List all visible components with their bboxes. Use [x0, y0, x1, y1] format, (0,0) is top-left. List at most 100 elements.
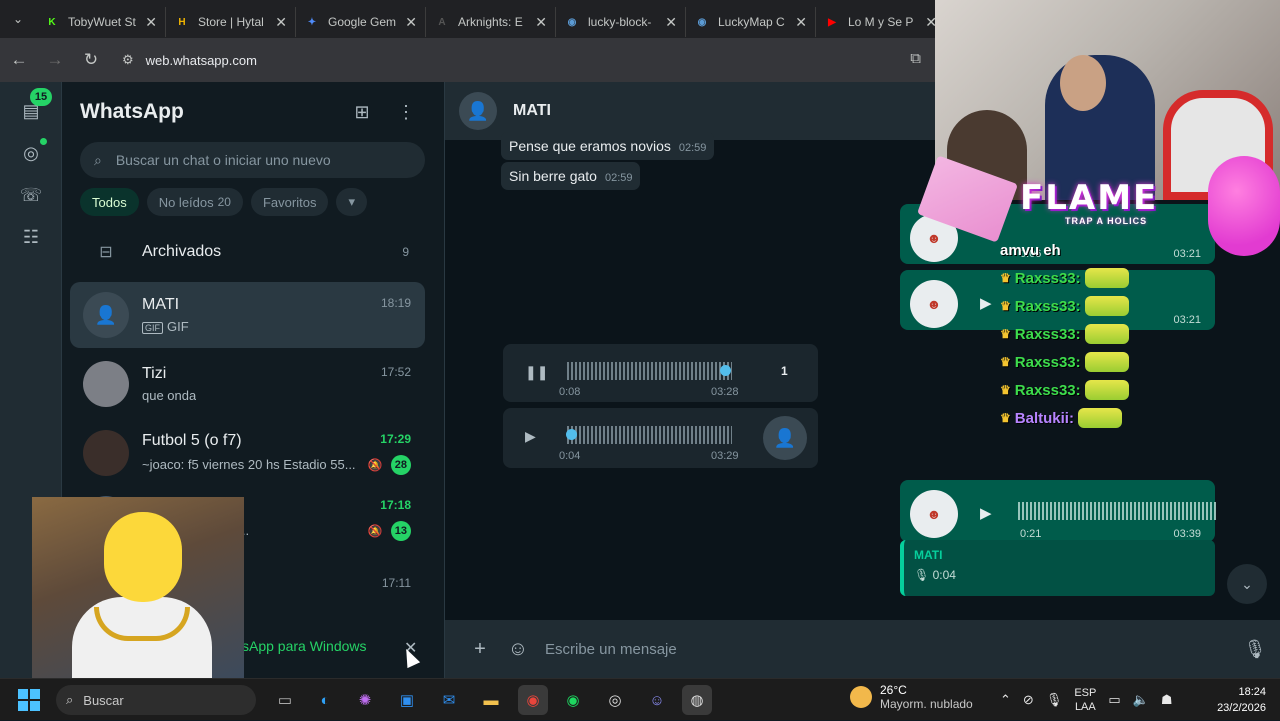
taskbar-clock[interactable]: 18:24 23/2/2026 [1217, 684, 1266, 716]
filter-count: 20 [217, 195, 231, 209]
bear-sticker [1208, 156, 1280, 256]
edge-icon[interactable]: ◐ [310, 685, 340, 715]
chat-list-item[interactable]: Futbol 5 (o f7) 17:29 ~joaco: f5 viernes 2… [70, 420, 425, 486]
mic-icon[interactable]: 🎙 [1046, 692, 1063, 708]
play-icon[interactable]: ▶ [980, 504, 992, 522]
tab-favicon-icon: ◉ [567, 16, 577, 28]
browser-tab[interactable]: ✦ Google Gem ✕ [296, 7, 426, 37]
message-input[interactable]: Escribe un mensaje [545, 641, 1230, 658]
audio-waveform[interactable] [567, 362, 732, 380]
forward-icon[interactable]: → [38, 43, 72, 77]
clock-time: 18:24 [1238, 686, 1266, 698]
channels-icon[interactable]: ☏ [14, 178, 48, 212]
steam-icon[interactable]: ◍ [682, 685, 712, 715]
close-icon[interactable]: ✕ [275, 14, 287, 31]
browser-tab[interactable]: ◉ lucky-block- ✕ [556, 7, 686, 37]
notification-icon[interactable]: ☗ [1161, 692, 1173, 708]
file-explorer-icon[interactable]: ▬ [476, 685, 506, 715]
close-icon[interactable]: ✕ [145, 14, 157, 31]
browser-tab[interactable]: ▶ Lo M y Se P ✕ [816, 7, 946, 37]
pause-icon[interactable]: ❚❚ [525, 364, 548, 381]
chat-list-item[interactable]: Tizi 17:52 que onda [70, 351, 425, 417]
site-info-icon[interactable]: ⚙ [122, 52, 134, 68]
browser-tab[interactable]: H Store | Hytal ✕ [166, 7, 296, 37]
search-icon: ⌕ [66, 692, 74, 707]
taskbar-search[interactable]: ⌕ Buscar [56, 685, 256, 715]
audio-progress-knob[interactable] [719, 365, 731, 376]
contact-avatar[interactable]: 👤 [459, 92, 497, 130]
address-bar[interactable]: ⚙ web.whatsapp.com [110, 44, 890, 76]
store-icon[interactable]: ▣ [392, 685, 422, 715]
install-app-icon[interactable]: ⧉ [910, 50, 921, 67]
discord-icon[interactable]: ☺ [642, 685, 672, 715]
stream-chat-user: Raxss33: [1014, 325, 1081, 343]
chevron-up-icon[interactable]: ⌃ [1000, 692, 1011, 708]
outlook-icon[interactable]: ✉ [434, 685, 464, 715]
filter-chip[interactable]: Todos [80, 188, 139, 216]
monitor-icon[interactable]: ▭ [1108, 692, 1120, 708]
chrome-icon[interactable]: ◉ [518, 685, 548, 715]
audio-waveform[interactable] [567, 426, 732, 444]
filter-chip[interactable]: No leídos 20 [146, 188, 243, 216]
chat-avatar[interactable] [83, 361, 129, 407]
play-icon[interactable]: ▶ [525, 428, 536, 445]
communities-icon[interactable]: ☷ [14, 220, 48, 254]
tab-search-icon[interactable]: ⌄ [0, 0, 36, 38]
app-icon[interactable]: ◎ [600, 685, 630, 715]
emoji-icon[interactable]: ☺ [499, 638, 537, 661]
scroll-down-button[interactable]: ⌄ [1227, 564, 1267, 604]
filter-more-button[interactable]: ▾ [336, 188, 367, 216]
close-icon[interactable]: ✕ [795, 14, 807, 31]
chat-last-message-text: GIF [167, 319, 189, 334]
spotify-icon[interactable]: ◉ [558, 685, 588, 715]
weather-widget[interactable]: 26°C Mayorm. nublado [850, 683, 973, 711]
volume-icon[interactable]: 🔈 [1133, 692, 1149, 708]
chat-main: MATI 18:19 GIF GIF [142, 296, 425, 334]
banner-title: FLAME [1020, 178, 1159, 218]
copilot-icon[interactable]: ✺ [350, 685, 380, 715]
windows-start-icon[interactable] [18, 689, 40, 711]
chat-list-item[interactable]: 👤 MATI 18:19 GIF GIF [70, 282, 425, 348]
stream-chat-line: ♛ Raxss33: [1000, 376, 1220, 404]
close-icon[interactable]: ✕ [535, 14, 547, 31]
browser-tab[interactable]: K TobyWuet St ✕ [36, 7, 166, 37]
sender-avatar[interactable]: ☻ [910, 280, 958, 328]
browser-tab[interactable]: ◉ LuckyMap C ✕ [686, 7, 816, 37]
search-input[interactable]: ⌕ Buscar un chat o iniciar uno nuevo [80, 142, 425, 178]
message-bubble[interactable]: Pense que eramos novios 02:59 [501, 132, 715, 160]
back-icon[interactable]: ← [2, 43, 36, 77]
reply-quote[interactable]: MATI 🎙 0:04 [900, 540, 1215, 596]
play-icon[interactable]: ▶ [980, 294, 992, 312]
task-view-icon[interactable]: ▭ [270, 685, 300, 715]
filter-chip[interactable]: Favoritos [250, 188, 329, 216]
new-chat-icon[interactable]: ⊞ [350, 100, 374, 124]
audio-waveform[interactable] [1018, 502, 1218, 520]
archived-row[interactable]: ⊟ Archivados 9 [70, 232, 425, 272]
sender-avatar[interactable]: 👤 [763, 416, 807, 460]
network-off-icon[interactable]: ⊘ [1023, 692, 1034, 708]
chat-avatar[interactable] [83, 430, 129, 476]
tab-label: TobyWuet St [68, 15, 136, 29]
close-icon[interactable]: ✕ [405, 14, 417, 31]
message-composer: + ☺ Escribe un mensaje 🎙 [445, 620, 1280, 678]
emote-icon [1084, 352, 1129, 372]
mic-icon[interactable]: 🎙 [1230, 639, 1280, 660]
stream-chat-overlay: amvu eh ♛ Raxss33: ♛ Raxss33: ♛ Raxss33: ♛ Raxss3… [1000, 236, 1220, 432]
browser-tab[interactable]: A Arknights: E ✕ [426, 7, 556, 37]
crown-icon: ♛ [1000, 411, 1011, 425]
playback-speed-button[interactable]: 1 [781, 364, 788, 378]
language-indicator[interactable]: ESP LAA [1074, 686, 1096, 714]
stream-chat-line: ♛ Raxss33: [1000, 320, 1220, 348]
message-bubble[interactable]: Sin berre gato 02:59 [501, 162, 641, 190]
menu-icon[interactable]: ⋮ [394, 100, 418, 124]
chat-indicators: 🔕 13 [368, 520, 411, 541]
url-text: web.whatsapp.com [145, 52, 257, 68]
chat-bottom-row: ~joaco: f5 viernes 20 hs Estadio 55... 🔕 2… [142, 454, 411, 475]
sender-avatar[interactable]: ☻ [910, 490, 958, 538]
reload-icon[interactable]: ↻ [74, 43, 108, 77]
attach-icon[interactable]: + [461, 638, 499, 661]
tab-favicon-icon: ◉ [697, 16, 707, 28]
close-icon[interactable]: ✕ [665, 14, 677, 31]
clock-date: 23/2/2026 [1217, 702, 1266, 714]
chat-avatar[interactable]: 👤 [83, 292, 129, 338]
